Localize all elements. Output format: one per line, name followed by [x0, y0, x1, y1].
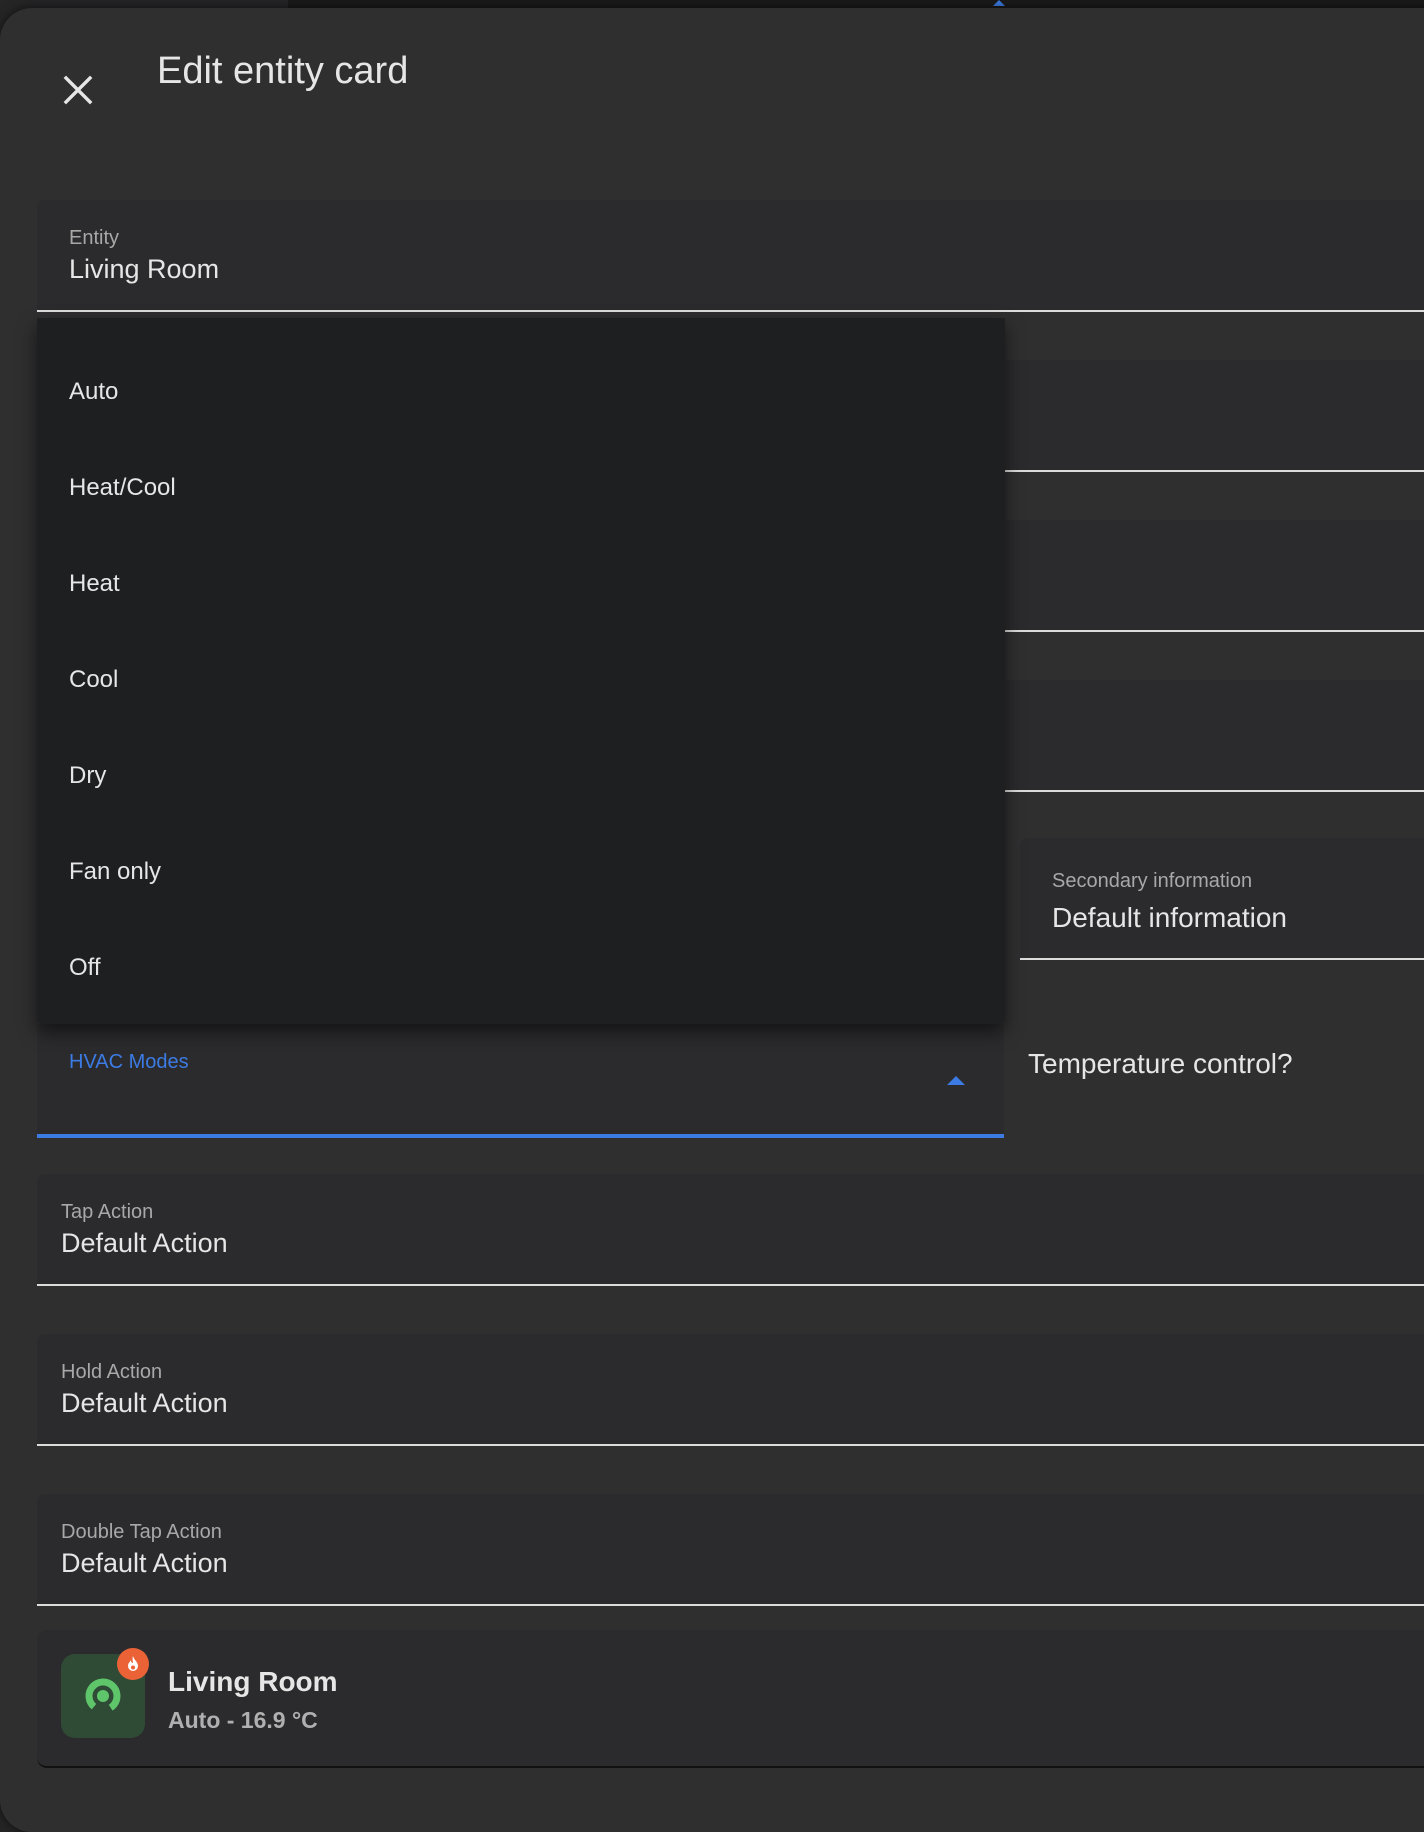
menu-item-heat-cool[interactable]: Heat/Cool [37, 440, 1005, 536]
hold-action-value: Default Action [61, 1388, 228, 1418]
secondary-info-select[interactable]: Secondary information Default informatio… [1020, 838, 1424, 960]
double-tap-action-label: Double Tap Action [61, 1521, 222, 1543]
close-icon [63, 75, 93, 105]
menu-item-label: Dry [69, 762, 107, 789]
tap-action-label: Tap Action [61, 1201, 154, 1223]
menu-item-off[interactable]: Off [37, 920, 1005, 1016]
secondary-info-value: Default information [1052, 902, 1288, 933]
double-tap-action-value: Default Action [61, 1548, 228, 1578]
hold-action-label: Hold Action [61, 1361, 163, 1383]
menu-item-label: Auto [69, 378, 119, 405]
hvac-modes-label: HVAC Modes [69, 1051, 189, 1073]
dropdown-arrow-icon[interactable] [947, 1075, 965, 1085]
hvac-modes-select[interactable]: HVAC Modes [37, 1024, 1004, 1138]
edit-card-dialog: Edit entity card Entity Living Room Seco… [0, 8, 1424, 1832]
card-preview[interactable]: Living Room Auto - 16.9 °C [37, 1630, 1424, 1768]
preview-entity-name: Living Room [168, 1666, 338, 1697]
menu-item-label: Heat/Cool [69, 474, 176, 501]
background-caret-icon [993, 0, 1005, 6]
menu-item-cool[interactable]: Cool [37, 632, 1005, 728]
menu-item-label: Off [69, 954, 101, 981]
entity-field[interactable]: Entity Living Room [37, 200, 1424, 312]
entity-field-value: Living Room [69, 254, 220, 284]
preview-entity-state: Auto - 16.9 °C [168, 1707, 318, 1733]
menu-item-dry[interactable]: Dry [37, 728, 1005, 824]
tap-action-value: Default Action [61, 1228, 228, 1258]
menu-item-fan-only[interactable]: Fan only [37, 824, 1005, 920]
secondary-info-label: Secondary information [1052, 870, 1253, 892]
tap-action-field[interactable]: Tap Action Default Action [37, 1174, 1424, 1286]
hvac-modes-menu: Auto Heat/Cool Heat Cool Dry Fan only Of… [37, 318, 1005, 1024]
fire-icon [117, 1648, 149, 1680]
entity-field-label: Entity [69, 227, 120, 249]
menu-item-label: Fan only [69, 858, 162, 885]
menu-item-auto[interactable]: Auto [37, 344, 1005, 440]
temperature-control-label: Temperature control? [1028, 1048, 1293, 1079]
hold-action-field[interactable]: Hold Action Default Action [37, 1334, 1424, 1446]
menu-item-label: Cool [69, 666, 119, 693]
menu-item-label: Heat [69, 570, 120, 597]
double-tap-action-field[interactable]: Double Tap Action Default Action [37, 1494, 1424, 1606]
menu-item-heat[interactable]: Heat [37, 536, 1005, 632]
close-button[interactable] [46, 58, 110, 122]
dialog-title: Edit entity card [157, 50, 409, 92]
